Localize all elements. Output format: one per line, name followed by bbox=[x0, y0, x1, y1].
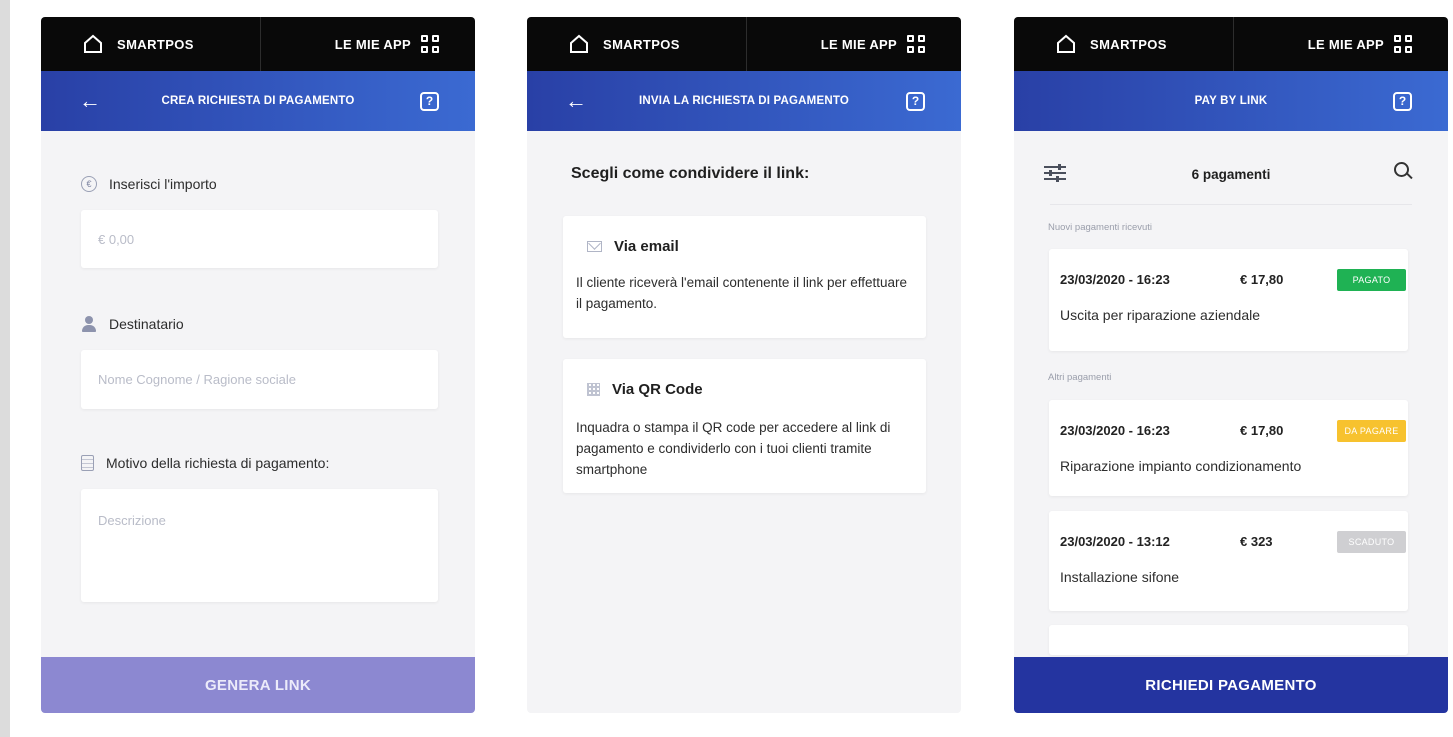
status-badge: PAGATO bbox=[1337, 269, 1406, 291]
screen-create-payment-request: SMARTPOS LE MIE APP ← CREA RICHIESTA DI … bbox=[41, 17, 475, 713]
home-icon bbox=[570, 34, 588, 53]
page-title: INVIA LA RICHIESTA DI PAGAMENTO bbox=[638, 95, 849, 107]
help-icon[interactable]: ? bbox=[420, 91, 439, 111]
payment-card[interactable]: 23/03/2020 - 16:23 € 17,80 PAGATO Uscita… bbox=[1049, 249, 1408, 351]
payment-date: 23/03/2020 - 16:23 bbox=[1060, 272, 1170, 287]
page: SMARTPOS LE MIE APP ← CREA RICHIESTA DI … bbox=[0, 0, 1453, 737]
brand-name: SMARTPOS bbox=[1090, 36, 1167, 52]
option-email-description: Il cliente riceverà l'email contenente i… bbox=[576, 275, 908, 311]
payment-date: 23/03/2020 - 16:23 bbox=[1060, 423, 1170, 438]
home-icon bbox=[1057, 34, 1075, 53]
payment-card[interactable]: 23/03/2020 - 13:12 € 323 SCADUTO Install… bbox=[1049, 511, 1408, 611]
reason-label: Motivo della richiesta di pagamento: bbox=[106, 455, 330, 471]
nav-bar: ← INVIA LA RICHIESTA DI PAGAMENTO ? bbox=[527, 71, 961, 131]
list-toolbar: 6 pagamenti bbox=[1014, 146, 1448, 204]
recipient-label: Destinatario bbox=[109, 316, 184, 332]
payments-count: 6 pagamenti bbox=[1191, 167, 1271, 182]
home-icon bbox=[84, 34, 102, 53]
help-icon[interactable]: ? bbox=[1393, 91, 1412, 111]
amount-label: Inserisci l'importo bbox=[109, 176, 217, 192]
home-button[interactable]: SMARTPOS bbox=[527, 17, 747, 71]
top-bar: SMARTPOS LE MIE APP bbox=[527, 17, 961, 71]
reason-label-row: Motivo della richiesta di pagamento: bbox=[81, 455, 329, 471]
generate-link-button[interactable]: GENERA LINK bbox=[41, 657, 475, 713]
status-badge: DA PAGARE bbox=[1337, 420, 1406, 442]
divider bbox=[1050, 204, 1412, 205]
apps-grid-icon bbox=[907, 35, 925, 53]
my-apps-label: LE MIE APP bbox=[334, 36, 411, 52]
amount-label-row: € Inserisci l'importo bbox=[81, 176, 217, 192]
option-qr-description: Inquadra o stampa il QR code per acceder… bbox=[576, 420, 891, 477]
payment-description: Uscita per riparazione aziendale bbox=[1060, 307, 1260, 323]
payment-amount: € 323 bbox=[1240, 534, 1273, 549]
my-apps-button[interactable]: LE MIE APP bbox=[821, 17, 925, 71]
screen-pay-by-link: SMARTPOS LE MIE APP PAY BY LINK ? 6 paga… bbox=[1014, 17, 1448, 713]
top-bar: SMARTPOS LE MIE APP bbox=[41, 17, 475, 71]
home-button[interactable]: SMARTPOS bbox=[41, 17, 261, 71]
amount-input[interactable]: € 0,00 bbox=[81, 210, 438, 268]
recipient-label-row: Destinatario bbox=[81, 316, 184, 332]
nav-bar: ← CREA RICHIESTA DI PAGAMENTO ? bbox=[41, 71, 475, 131]
section-other-payments: Altri pagamenti bbox=[1048, 372, 1112, 383]
page-title: CREA RICHIESTA DI PAGAMENTO bbox=[161, 95, 355, 107]
brand-name: SMARTPOS bbox=[603, 36, 680, 52]
option-qr-title: Via QR Code bbox=[612, 381, 703, 398]
payment-amount: € 17,80 bbox=[1240, 272, 1284, 287]
page-title: PAY BY LINK bbox=[1194, 95, 1268, 107]
nav-bar: PAY BY LINK ? bbox=[1014, 71, 1448, 131]
share-heading: Scegli come condividere il link: bbox=[571, 165, 810, 182]
option-qr-title-row: Via QR Code bbox=[587, 381, 703, 398]
option-email-card[interactable]: Via email Il cliente riceverà l'email co… bbox=[563, 216, 926, 338]
recipient-input[interactable]: Nome Cognome / Ragione sociale bbox=[81, 350, 438, 409]
euro-icon: € bbox=[81, 176, 97, 192]
request-payment-button[interactable]: RICHIEDI PAGAMENTO bbox=[1014, 657, 1448, 713]
payment-card-partial bbox=[1049, 625, 1408, 655]
section-new-payments: Nuovi pagamenti ricevuti bbox=[1048, 222, 1153, 233]
brand-name: SMARTPOS bbox=[117, 36, 194, 52]
home-button[interactable]: SMARTPOS bbox=[1014, 17, 1234, 71]
form-body: € Inserisci l'importo € 0,00 Destinatari… bbox=[41, 131, 475, 713]
help-icon[interactable]: ? bbox=[906, 91, 925, 111]
apps-grid-icon bbox=[1394, 35, 1412, 53]
my-apps-button[interactable]: LE MIE APP bbox=[335, 17, 439, 71]
payment-description: Installazione sifone bbox=[1060, 569, 1180, 585]
my-apps-label: LE MIE APP bbox=[1307, 36, 1384, 52]
document-icon bbox=[81, 455, 94, 471]
my-apps-button[interactable]: LE MIE APP bbox=[1308, 17, 1412, 71]
payment-description: Riparazione impianto condizionamento bbox=[1060, 458, 1302, 474]
payment-date: 23/03/2020 - 13:12 bbox=[1060, 534, 1170, 549]
top-bar: SMARTPOS LE MIE APP bbox=[1014, 17, 1448, 71]
my-apps-label: LE MIE APP bbox=[820, 36, 897, 52]
mail-icon bbox=[587, 241, 602, 252]
description-textarea[interactable]: Descrizione bbox=[81, 489, 438, 602]
search-icon[interactable] bbox=[1394, 162, 1414, 182]
qr-code-icon bbox=[587, 383, 600, 396]
status-badge: SCADUTO bbox=[1337, 531, 1406, 553]
payment-amount: € 17,80 bbox=[1240, 423, 1284, 438]
user-icon bbox=[81, 316, 97, 332]
option-email-title: Via email bbox=[614, 238, 679, 255]
apps-grid-icon bbox=[421, 35, 439, 53]
option-email-title-row: Via email bbox=[587, 238, 679, 255]
screen-send-payment-request: SMARTPOS LE MIE APP ← INVIA LA RICHIESTA… bbox=[527, 17, 961, 713]
left-edge-strip bbox=[0, 0, 10, 737]
option-qr-card[interactable]: Via QR Code Inquadra o stampa il QR code… bbox=[563, 359, 926, 493]
payment-card[interactable]: 23/03/2020 - 16:23 € 17,80 DA PAGARE Rip… bbox=[1049, 400, 1408, 496]
